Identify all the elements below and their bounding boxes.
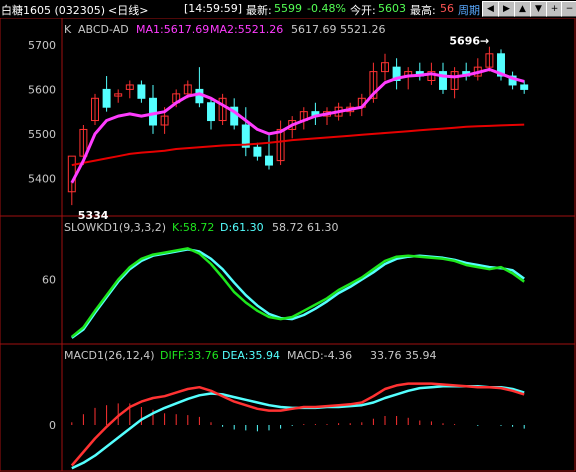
ma-values: 5617.69 5521.26 [291,23,385,36]
period-tag: <日线> [108,4,149,17]
open-label: 今开: [350,4,376,17]
main-title: ABCD-AD [78,23,129,36]
macd-dea-legend: DEA:35.94 [222,349,280,362]
main-prefix: K [64,23,72,36]
macd-title: MACD1(26,12,4) [64,349,155,362]
price-tick-label: 5700 [28,39,56,52]
low-annotation: 5334 [78,209,109,222]
arrow-left-icon[interactable]: ◀ [482,1,499,17]
kd-title: SLOWKD1(9,3,3,2) [64,221,166,234]
candlestick-panel: 5700 5600 5500 5400 5696→ 5334 [28,35,529,222]
ma1-legend: MA1:5617.69 [136,23,209,36]
kd-panel: 60 [42,247,525,339]
candle-down [207,102,215,122]
arrow-down-icon[interactable]: ▼ [530,1,547,17]
macd-values: 33.76 35.94 [370,349,436,362]
candle-down [520,84,529,90]
candle-down [102,88,111,108]
kd-d-legend: D:61.30 [220,221,264,234]
outer-frame [0,18,576,472]
open-value: 5603 [378,2,406,15]
price-tick-label: 5600 [28,83,56,96]
period-button[interactable]: 周期 [458,2,480,18]
macd-diff-legend: DIFF:33.76 [160,349,219,362]
price-tick-label: 5500 [28,128,56,141]
high-value: 56 [440,2,454,15]
time-label: [14:59:59] [184,2,242,15]
macd-macd-legend: MACD:-4.36 [287,349,352,362]
macd-dea-line [71,385,525,470]
high-label: 最高: [410,4,436,17]
arrow-right-icon[interactable]: ▶ [498,1,515,17]
kd-tick-label: 60 [42,274,56,287]
symbol-label: 白糖1605 (032305) [1,4,106,17]
macd-diff-line [70,382,525,467]
kd-k-legend: K:58.72 [172,221,214,234]
latest-value: 5599 [274,2,302,15]
ma2-line [71,123,525,167]
candle-down [149,97,157,126]
high-annotation: 5696→ [449,35,489,48]
change-pct: -0.48% [307,2,346,15]
price-tick-label: 5400 [28,172,56,185]
chart-area[interactable]: K ABCD-AD MA1:5617.69 MA2:5521.26 5617.6… [0,18,576,472]
latest-label: 最新: [246,4,272,17]
candle-down [265,155,273,166]
macd-panel: 0 [49,382,525,470]
quote-header-bar: 白糖1605 (032305) <日线> [14:59:59] 最新: 5599… [0,0,576,18]
candle-down [253,146,262,157]
zoom-out-icon[interactable]: − [561,1,576,17]
macd-tick-label: 0 [49,419,56,432]
ma2-legend: MA2:5521.26 [210,23,283,36]
arrow-up-icon[interactable]: ▲ [514,1,531,17]
candle-down [137,84,146,99]
kd-values: 58.72 61.30 [272,221,338,234]
